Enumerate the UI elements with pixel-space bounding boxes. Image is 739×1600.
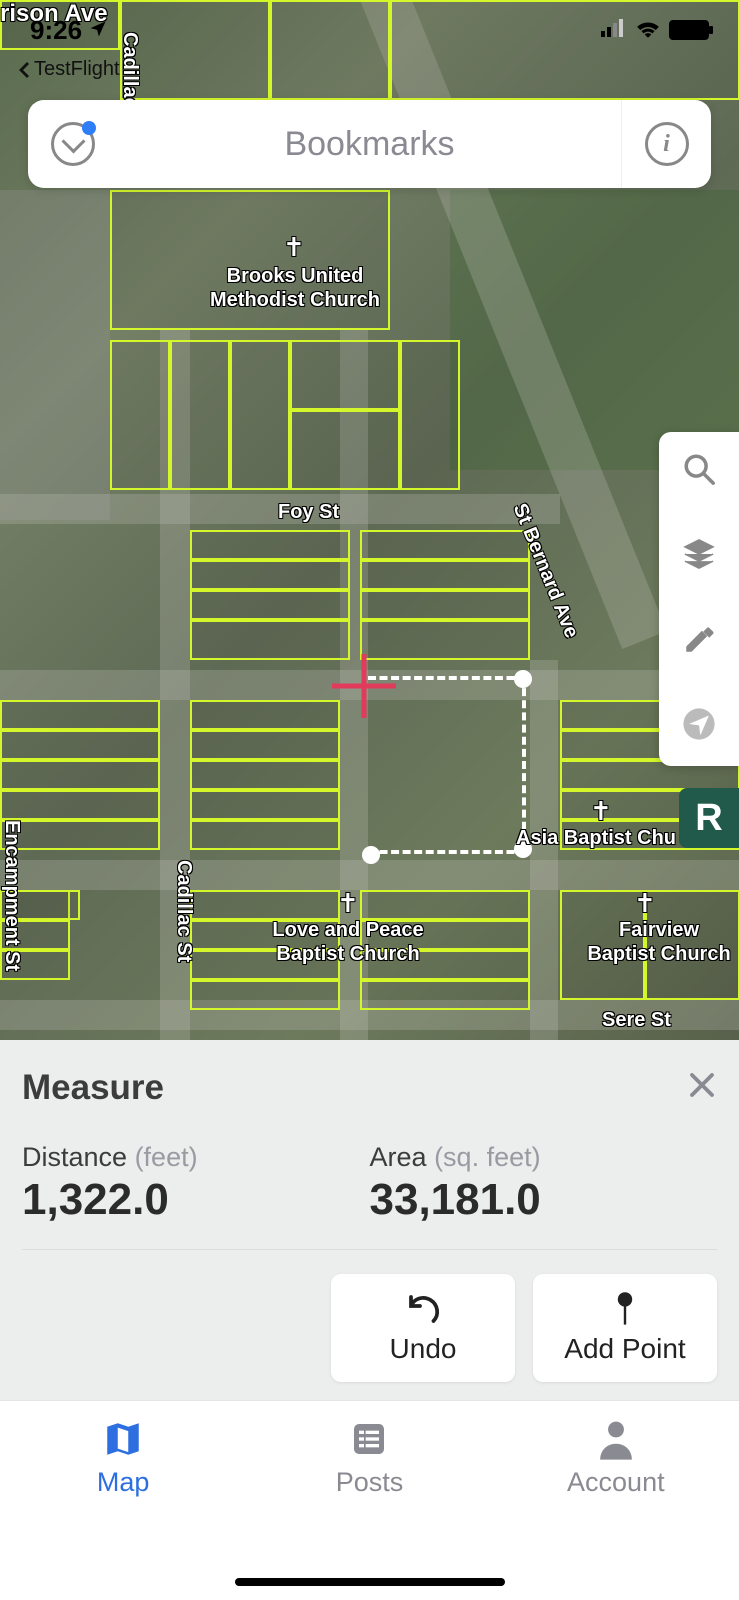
back-to-app-button[interactable]: TestFlight — [18, 58, 120, 81]
poi-label-church: Fairview Baptist Church — [574, 918, 739, 966]
tab-bar: Map Posts Account — [0, 1400, 739, 1600]
list-icon — [349, 1417, 389, 1461]
distance-label: Distance — [22, 1142, 127, 1172]
measure-panel-title: Measure — [22, 1068, 164, 1108]
church-icon: ✝ — [283, 232, 305, 263]
undo-icon — [405, 1291, 441, 1327]
search-button[interactable] — [682, 452, 716, 491]
poi-label-church: Love and Peace Baptist Church — [258, 918, 438, 966]
street-label: Sere St — [602, 1008, 671, 1032]
battery-icon — [669, 20, 709, 40]
pin-icon — [610, 1291, 640, 1327]
location-services-icon — [88, 15, 108, 46]
tab-account[interactable]: Account — [493, 1417, 739, 1600]
area-unit: (sq. feet) — [434, 1142, 541, 1172]
measure-vertex — [362, 846, 380, 864]
status-bar: 9:26 — [0, 0, 739, 60]
home-indicator — [235, 1578, 505, 1586]
map-crosshair — [332, 654, 396, 718]
church-icon: ✝ — [590, 796, 612, 827]
street-label: Foy St — [278, 500, 339, 524]
top-bar: Bookmarks i — [28, 100, 711, 188]
cellular-signal-icon — [601, 19, 627, 42]
add-point-button[interactable]: Add Point — [533, 1274, 717, 1382]
info-button[interactable]: i — [621, 100, 711, 188]
area-label: Area — [370, 1142, 427, 1172]
map-tools-panel — [659, 432, 739, 766]
tools-button[interactable] — [682, 622, 716, 661]
chevron-down-circle-icon — [51, 122, 95, 166]
tab-map[interactable]: Map — [0, 1417, 246, 1600]
distance-unit: (feet) — [135, 1142, 198, 1172]
street-label: Cadillac St — [172, 860, 196, 962]
poi-label-church: Brooks United Methodist Church — [200, 264, 390, 312]
bookmarks-dropdown-button[interactable] — [28, 122, 118, 166]
measure-vertex — [514, 670, 532, 688]
top-bar-title[interactable]: Bookmarks — [118, 125, 621, 164]
tab-posts[interactable]: Posts — [246, 1417, 492, 1600]
close-button[interactable] — [687, 1069, 717, 1107]
undo-button[interactable]: Undo — [331, 1274, 515, 1382]
measure-panel: Measure Distance (feet) 1,322.0 Area (sq… — [0, 1040, 739, 1412]
church-icon: ✝ — [634, 888, 656, 919]
street-label: Encampment St — [0, 820, 24, 971]
status-time: 9:26 — [30, 15, 82, 46]
r-badge-button[interactable]: R — [679, 788, 739, 848]
church-icon: ✝ — [337, 888, 359, 919]
distance-value: 1,322.0 — [22, 1175, 370, 1225]
locate-button[interactable] — [682, 707, 716, 746]
area-value: 33,181.0 — [370, 1175, 718, 1225]
info-icon: i — [645, 122, 689, 166]
layers-button[interactable] — [682, 537, 716, 576]
wifi-icon — [635, 18, 661, 43]
person-icon — [597, 1417, 635, 1461]
map-icon — [102, 1417, 144, 1461]
poi-label-church: Asia Baptist Chu — [516, 826, 676, 850]
